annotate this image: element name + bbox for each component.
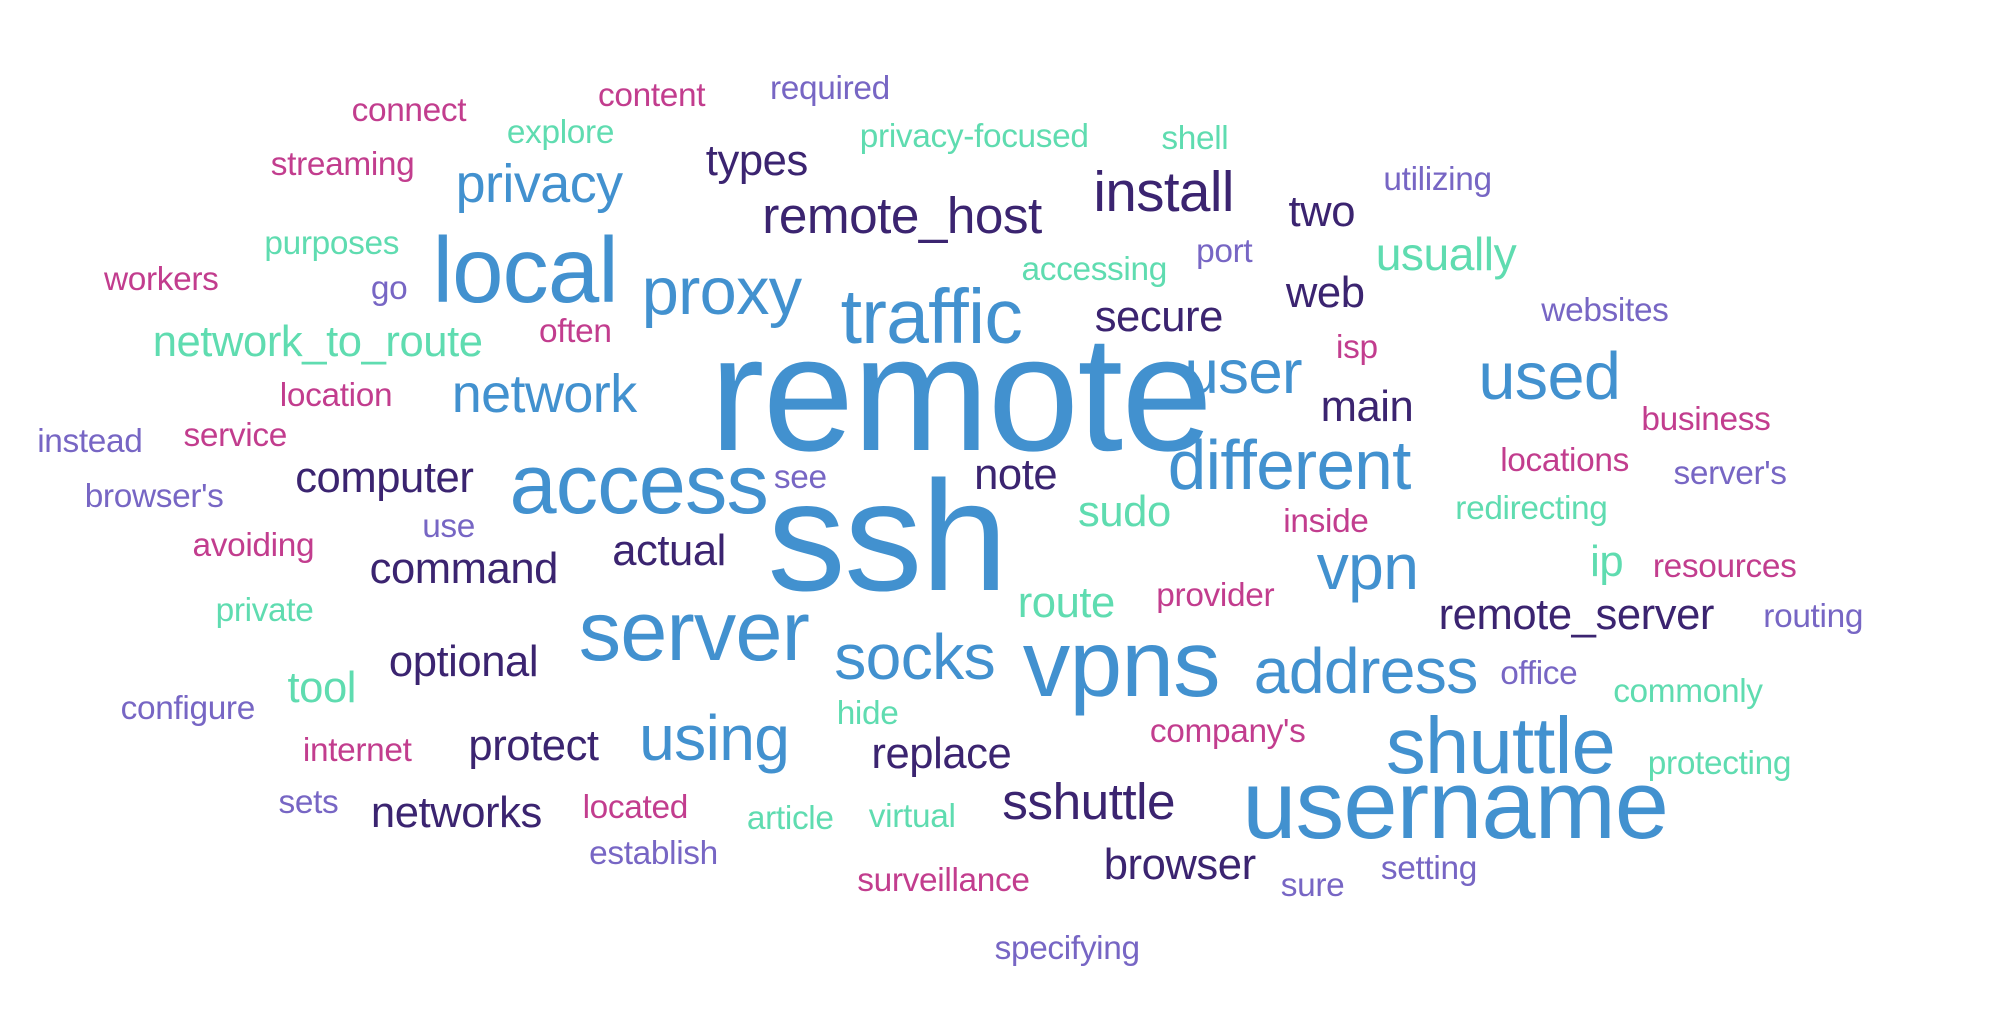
word-inside: inside	[1283, 502, 1369, 540]
word-address: address	[1253, 635, 1479, 708]
word-vpn: vpn	[1316, 531, 1419, 604]
word-sshuttle: sshuttle	[1002, 773, 1175, 831]
word-actual: actual	[612, 526, 726, 575]
word-server: server	[578, 583, 810, 679]
word-browser: browser	[1103, 841, 1256, 890]
word-configure: configure	[120, 690, 256, 727]
word-connect: connect	[351, 91, 467, 129]
word-optional: optional	[388, 638, 539, 687]
word-types: types	[705, 136, 808, 185]
word-replace: replace	[871, 729, 1012, 778]
word-using: using	[639, 701, 790, 774]
word-utilizing: utilizing	[1383, 161, 1492, 199]
word-protect: protect	[468, 721, 599, 770]
word-sets: sets	[278, 783, 339, 821]
word-often: often	[539, 312, 612, 350]
word-proxy: proxy	[641, 254, 802, 329]
word-main: main	[1320, 383, 1414, 431]
word-port: port	[1196, 233, 1253, 271]
word-article: article	[746, 800, 834, 838]
word-office: office	[1500, 655, 1578, 693]
word-resources: resources	[1652, 547, 1797, 585]
word-virtual: virtual	[868, 797, 956, 835]
word-content: content	[598, 76, 706, 114]
word-service: service	[183, 416, 288, 454]
word-hide: hide	[836, 695, 899, 733]
word-shuttle: shuttle	[1386, 701, 1616, 791]
word-purposes: purposes	[264, 225, 400, 263]
word-privacy: privacy	[455, 154, 623, 215]
word-used: used	[1478, 340, 1621, 415]
word-user: user	[1184, 338, 1303, 408]
word-tool: tool	[287, 664, 357, 713]
word-privacy-focused: privacy-focused	[859, 117, 1089, 155]
word-server-s: server's	[1673, 455, 1788, 493]
word-required: required	[770, 70, 890, 108]
word-local: local	[432, 217, 619, 322]
word-establish: establish	[589, 835, 718, 872]
word-internet: internet	[302, 732, 412, 770]
word-isp: isp	[1336, 329, 1378, 367]
word-network-to-route: network_to_route	[152, 317, 483, 366]
word-different: different	[1167, 425, 1412, 504]
word-networks: networks	[370, 788, 542, 837]
word-remote-server: remote_server	[1438, 590, 1715, 639]
word-location: location	[279, 376, 393, 414]
word-access: access	[509, 435, 769, 531]
word-websites: websites	[1541, 292, 1669, 330]
word-locations: locations	[1500, 442, 1629, 480]
word-specifying: specifying	[994, 930, 1140, 967]
word-web: web	[1285, 268, 1365, 317]
word-private: private	[215, 592, 314, 630]
word-go: go	[370, 270, 408, 308]
word-shell: shell	[1161, 120, 1229, 158]
word-see: see	[773, 459, 827, 496]
word-streaming: streaming	[270, 145, 415, 183]
word-command: command	[369, 544, 559, 593]
word-usually: usually	[1375, 228, 1517, 281]
word-routing: routing	[1763, 597, 1864, 635]
word-note: note	[974, 451, 1058, 499]
word-avoiding: avoiding	[192, 527, 315, 564]
word-secure: secure	[1094, 293, 1224, 342]
word-ip: ip	[1590, 538, 1624, 587]
word-two: two	[1288, 188, 1356, 236]
word-traffic: traffic	[840, 273, 1023, 360]
word-explore: explore	[506, 113, 615, 151]
word-redirecting: redirecting	[1455, 489, 1608, 527]
word-vpns: vpns	[1022, 611, 1221, 717]
word-located: located	[582, 788, 689, 826]
word-browser-s: browser's	[84, 478, 224, 516]
word-route: route	[1017, 579, 1116, 628]
word-company-s: company's	[1149, 713, 1306, 751]
word-use: use	[422, 507, 476, 545]
word-setting: setting	[1380, 850, 1477, 888]
word-socks: socks	[834, 621, 996, 693]
word-install: install	[1093, 160, 1234, 223]
word-network: network	[451, 363, 637, 424]
word-provider: provider	[1156, 577, 1275, 614]
word-cloud: remote ssh vpns username local access server tr…	[0, 0, 2002, 1012]
word-sudo: sudo	[1078, 488, 1171, 537]
word-computer: computer	[295, 453, 474, 502]
word-business: business	[1641, 401, 1771, 439]
word-sure: sure	[1280, 867, 1345, 905]
word-instead: instead	[37, 423, 143, 460]
word-surveillance: surveillance	[857, 861, 1030, 899]
word-accessing: accessing	[1021, 251, 1168, 289]
word-protecting: protecting	[1647, 745, 1792, 783]
word-workers: workers	[104, 261, 219, 299]
word-remote-host: remote_host	[762, 186, 1042, 244]
word-commonly: commonly	[1613, 673, 1763, 711]
